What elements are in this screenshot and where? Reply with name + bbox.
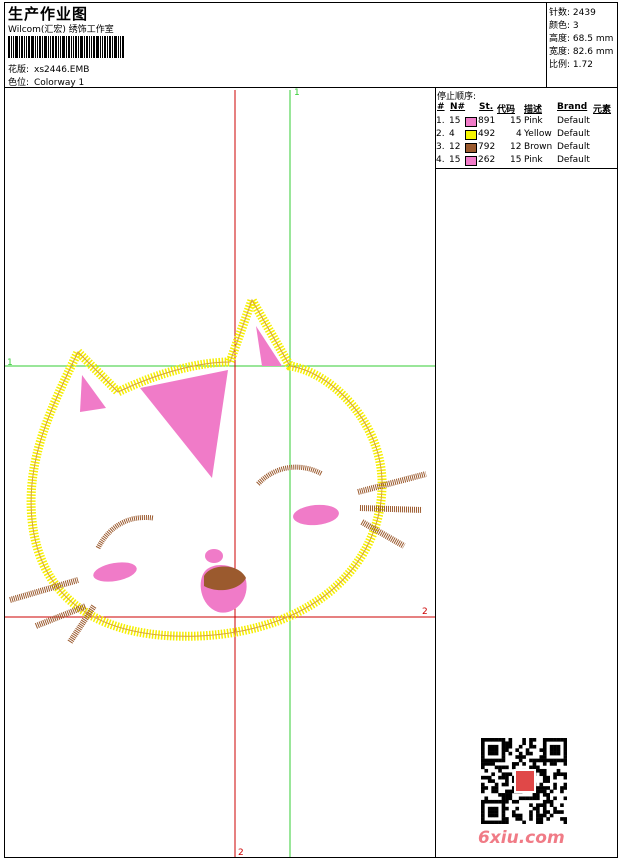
- whisker-right-1: [357, 471, 427, 495]
- whisker-right-2: [359, 505, 423, 513]
- left-cheek: [93, 562, 137, 582]
- right-cheek: [293, 504, 339, 526]
- left-eye: [95, 514, 154, 550]
- whisker-left-1: [9, 577, 79, 603]
- watermark: 6xiu.com: [478, 828, 565, 848]
- qr-code: [481, 738, 568, 825]
- nose: [205, 549, 223, 563]
- forehead-patch: [140, 370, 228, 478]
- qr-code-image: [481, 738, 568, 825]
- guide-label-v2: 2: [238, 848, 244, 858]
- guide-label-v1: 1: [294, 88, 300, 98]
- design-preview: [5, 90, 435, 857]
- guide-label-h2: 2: [422, 607, 428, 617]
- whisker-left-2: [34, 603, 88, 629]
- qr-logo-stamp: [514, 769, 536, 793]
- guide-label-h1: 1: [7, 358, 13, 368]
